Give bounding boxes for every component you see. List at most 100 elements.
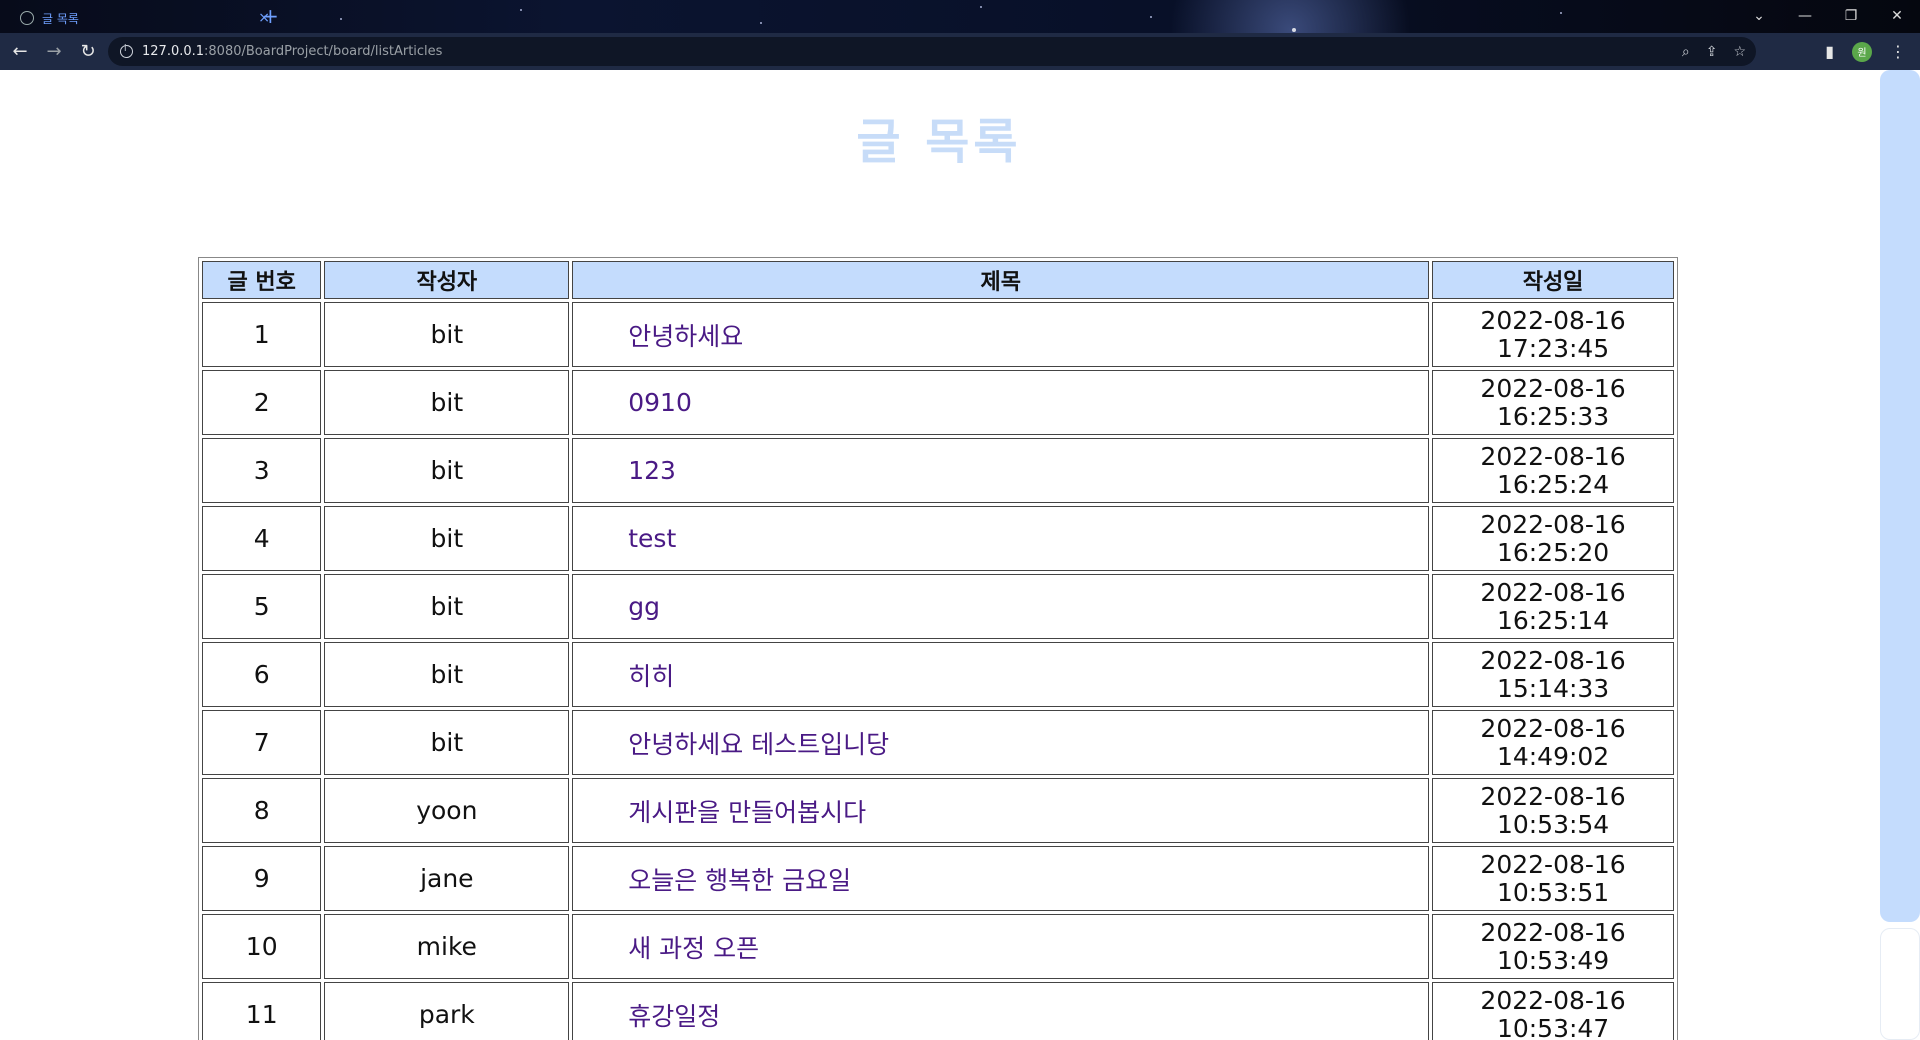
profile-avatar[interactable]: 원	[1852, 41, 1872, 62]
article-date-time: 14:49:02	[1496, 741, 1610, 771]
article-date: 2022-08-16 16:25:24	[1432, 438, 1674, 503]
article-date-time: 10:53:47	[1496, 1013, 1610, 1040]
article-date-time: 10:53:51	[1496, 877, 1610, 907]
article-title-cell: 휴강일정	[572, 982, 1430, 1040]
article-writer: mike	[324, 914, 570, 979]
browser-tab-bar: 글 목록 × + ⌄ — ❐ ✕	[0, 0, 1920, 33]
browser-tab[interactable]: 글 목록 ×	[8, 3, 278, 33]
article-rows: 1 bit 안녕하세요 2022-08-16 17:23:45 2 bit 0910 2022-…	[202, 302, 1674, 1040]
article-title-link[interactable]: 0910	[628, 388, 692, 417]
decorative-star	[520, 9, 522, 11]
table-row: 4 bit test 2022-08-16 16:25:20	[202, 506, 1674, 571]
article-title-link[interactable]: 오늘은 행복한 금요일	[628, 866, 851, 895]
reload-button[interactable]: ↻	[74, 38, 102, 66]
article-date-day: 2022-08-16	[1480, 713, 1626, 743]
article-date-day: 2022-08-16	[1480, 917, 1626, 947]
article-writer: bit	[324, 574, 570, 639]
article-title-link[interactable]: 안녕하세요 테스트입니당	[628, 730, 889, 759]
article-date-day: 2022-08-16	[1480, 781, 1626, 811]
article-number: 5	[202, 574, 322, 639]
decorative-star	[760, 22, 762, 24]
article-writer: park	[324, 982, 570, 1040]
article-number: 2	[202, 370, 322, 435]
article-date-day: 2022-08-16	[1480, 441, 1626, 471]
scrollbar-lower-track[interactable]	[1880, 928, 1920, 1040]
article-date-time: 16:25:33	[1496, 401, 1610, 431]
column-header-date: 작성일	[1432, 261, 1674, 299]
article-date-day: 2022-08-16	[1480, 577, 1626, 607]
bookmark-star-icon[interactable]: ☆	[1733, 44, 1746, 60]
zoom-icon[interactable]: ⌕	[1682, 44, 1690, 60]
article-title-cell: 새 과정 오픈	[572, 914, 1430, 979]
article-title-cell: 안녕하세요	[572, 302, 1430, 367]
article-writer: bit	[324, 370, 570, 435]
page-title: 글 목록	[856, 114, 1022, 170]
article-title-link[interactable]: test	[628, 524, 676, 553]
new-tab-button[interactable]: +	[262, 4, 279, 28]
back-button[interactable]: ←	[6, 38, 34, 66]
browser-toolbar: ← → ↻ 127.0.0.1 :8080/BoardProject/board…	[0, 33, 1920, 70]
article-date-time: 16:25:20	[1496, 537, 1610, 567]
article-date-day: 2022-08-16	[1480, 645, 1626, 675]
article-title-cell: 게시판을 만들어봅시다	[572, 778, 1430, 843]
minimize-button[interactable]: —	[1782, 0, 1828, 32]
article-title-cell: 히히	[572, 642, 1430, 707]
article-date-time: 16:25:24	[1496, 469, 1610, 499]
article-title-link[interactable]: 123	[628, 456, 676, 485]
article-writer: bit	[324, 642, 570, 707]
article-title-link[interactable]: gg	[628, 592, 660, 621]
article-title-cell: test	[572, 506, 1430, 571]
decorative-star	[340, 18, 342, 20]
article-title-cell: 0910	[572, 370, 1430, 435]
article-title-cell: gg	[572, 574, 1430, 639]
article-date: 2022-08-16 16:25:14	[1432, 574, 1674, 639]
article-date: 2022-08-16 16:25:33	[1432, 370, 1674, 435]
table-row: 2 bit 0910 2022-08-16 16:25:33	[202, 370, 1674, 435]
close-window-button[interactable]: ✕	[1874, 0, 1920, 32]
article-date-time: 15:14:33	[1496, 673, 1610, 703]
article-title-link[interactable]: 안녕하세요	[628, 322, 743, 351]
column-header-writer: 작성자	[324, 261, 570, 299]
article-number: 1	[202, 302, 322, 367]
article-date: 2022-08-16 10:53:54	[1432, 778, 1674, 843]
article-title-cell: 오늘은 행복한 금요일	[572, 846, 1430, 911]
table-header-row: 글 번호 작성자 제목 작성일	[202, 261, 1674, 299]
article-number: 3	[202, 438, 322, 503]
article-title-link[interactable]: 새 과정 오픈	[628, 934, 759, 963]
table-row: 8 yoon 게시판을 만들어봅시다 2022-08-16 10:53:54	[202, 778, 1674, 843]
table-row: 7 bit 안녕하세요 테스트입니당 2022-08-16 14:49:02	[202, 710, 1674, 775]
restore-button[interactable]: ❐	[1828, 0, 1874, 32]
tab-search-icon[interactable]: ⌄	[1736, 0, 1782, 32]
table-row: 1 bit 안녕하세요 2022-08-16 17:23:45	[202, 302, 1674, 367]
article-writer: jane	[324, 846, 570, 911]
side-panel-icon[interactable]: ▮	[1825, 42, 1834, 61]
share-icon[interactable]: ⇪	[1706, 44, 1718, 60]
article-date-time: 10:53:49	[1496, 945, 1610, 975]
decorative-star	[980, 6, 982, 8]
article-title-cell: 안녕하세요 테스트입니당	[572, 710, 1430, 775]
forward-button[interactable]: →	[40, 38, 68, 66]
decorative-star	[1150, 16, 1152, 18]
url-path: :8080/BoardProject/board/listArticles	[204, 44, 443, 59]
globe-icon	[20, 11, 34, 25]
article-title-link[interactable]: 히히	[628, 662, 674, 691]
article-date: 2022-08-16 17:23:45	[1432, 302, 1674, 367]
article-date: 2022-08-16 14:49:02	[1432, 710, 1674, 775]
article-date: 2022-08-16 10:53:47	[1432, 982, 1674, 1040]
address-bar[interactable]: 127.0.0.1 :8080/BoardProject/board/listA…	[108, 37, 1756, 66]
article-writer: bit	[324, 302, 570, 367]
article-title-link[interactable]: 휴강일정	[628, 1002, 720, 1031]
article-writer: bit	[324, 506, 570, 571]
article-title-link[interactable]: 게시판을 만들어봅시다	[628, 798, 866, 827]
scrollbar-thumb[interactable]	[1880, 70, 1920, 922]
table-row: 3 bit 123 2022-08-16 16:25:24	[202, 438, 1674, 503]
article-date: 2022-08-16 10:53:51	[1432, 846, 1674, 911]
menu-icon[interactable]: ⋮	[1890, 42, 1906, 61]
omnibox-actions: ⌕ ⇪ ☆	[1682, 37, 1746, 66]
column-header-number: 글 번호	[202, 261, 322, 299]
table-row: 9 jane 오늘은 행복한 금요일 2022-08-16 10:53:51	[202, 846, 1674, 911]
article-date-time: 16:25:14	[1496, 605, 1610, 635]
article-number: 8	[202, 778, 322, 843]
info-icon[interactable]	[120, 44, 133, 58]
article-number: 11	[202, 982, 322, 1040]
